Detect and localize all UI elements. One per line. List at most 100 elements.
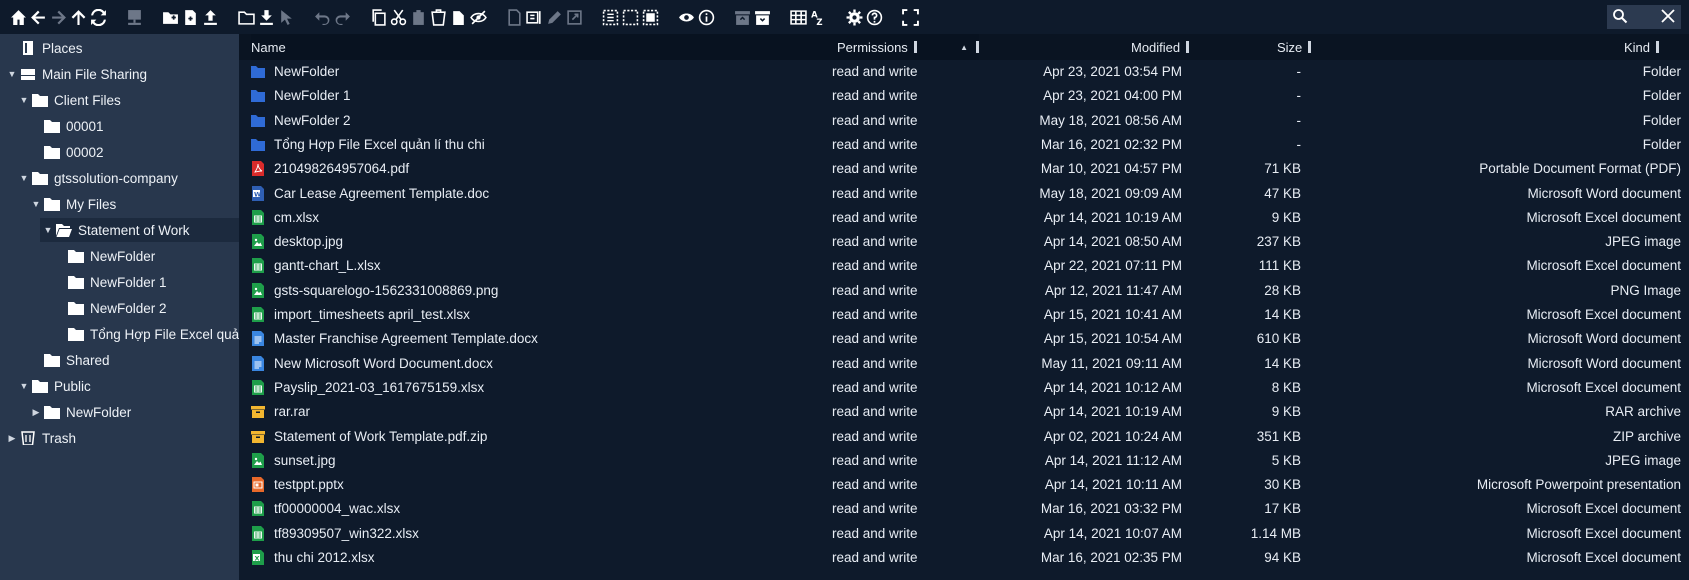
info-icon[interactable] (696, 6, 716, 28)
table-row[interactable]: cm.xlsx read and write Apr 14, 2021 10:19 … (239, 206, 1689, 230)
column-header-permissions[interactable]: Permissions (837, 34, 917, 60)
close-icon[interactable] (1660, 8, 1676, 27)
new-file-icon[interactable] (180, 6, 200, 28)
sidebar-item-public[interactable]: ▼ Public (18, 374, 91, 398)
table-row[interactable]: sunset.jpg read and write Apr 14, 2021 11:… (239, 449, 1689, 473)
new-folder-icon[interactable] (160, 6, 180, 28)
caret-down-icon[interactable]: ▼ (42, 225, 54, 235)
table-row[interactable]: W Car Lease Agreement Template.doc read an… (239, 182, 1689, 206)
sidebar-item-places[interactable]: Places (6, 36, 83, 60)
undo-icon[interactable] (312, 6, 332, 28)
sidebar-item-00001[interactable]: 00001 (30, 114, 104, 138)
network-drive-icon[interactable] (124, 6, 144, 28)
archive-icon[interactable] (732, 6, 752, 28)
home-icon[interactable] (8, 6, 28, 28)
sidebar-item-tong-hop-file-excel[interactable]: Tổng Hợp File Excel quản (54, 322, 239, 346)
invert-selection-icon[interactable] (640, 6, 660, 28)
preview-icon[interactable] (676, 6, 696, 28)
up-icon[interactable] (68, 6, 88, 28)
help-icon[interactable] (864, 6, 884, 28)
file-permissions: read and write (832, 501, 918, 517)
caret-down-icon[interactable]: ▼ (18, 95, 30, 105)
grid-view-icon[interactable] (788, 6, 808, 28)
sidebar-item-shared[interactable]: Shared (30, 348, 110, 372)
fullscreen-icon[interactable] (900, 6, 920, 28)
select-pointer-icon[interactable] (276, 6, 296, 28)
edit-text-icon[interactable] (524, 6, 544, 28)
sort-az-icon[interactable]: AZ (808, 6, 828, 28)
column-header-size[interactable]: Size (1277, 34, 1312, 60)
caret-down-icon[interactable]: ▼ (18, 381, 30, 391)
resize-icon[interactable] (564, 6, 584, 28)
sidebar-item-statement-of-work[interactable]: ▼ Statement of Work (40, 218, 239, 242)
select-all-icon[interactable] (600, 6, 620, 28)
sidebar-item-client-files[interactable]: ▼ Client Files (18, 88, 121, 112)
hide-icon[interactable] (468, 6, 488, 28)
table-row[interactable]: tf00000004_wac.xlsx read and write Mar 16,… (239, 497, 1689, 521)
sidebar-item-trash[interactable]: ▶ Trash (6, 426, 76, 450)
table-row[interactable]: Master Franchise Agreement Template.docx… (239, 327, 1689, 351)
table-row[interactable]: Xthu chi 2012.xlsx read and write Mar 16, … (239, 546, 1689, 570)
open-folder-icon[interactable] (236, 6, 256, 28)
duplicate-icon[interactable] (448, 6, 468, 28)
table-row[interactable]: New Microsoft Word Document.docx read and… (239, 352, 1689, 376)
copy-icon[interactable] (368, 6, 388, 28)
table-row[interactable]: gsts-squarelogo-1562331008869.png read an… (239, 279, 1689, 303)
image-file-icon (251, 234, 265, 250)
caret-down-icon[interactable]: ▼ (30, 199, 42, 209)
column-resize-handle[interactable] (1186, 41, 1190, 53)
file-kind: Microsoft Excel document (1526, 307, 1681, 322)
select-none-icon[interactable] (620, 6, 640, 28)
forward-icon[interactable] (48, 6, 68, 28)
sidebar-item-label: Main File Sharing (42, 66, 148, 82)
table-row[interactable]: tf89309507_win322.xlsx read and write Apr … (239, 522, 1689, 546)
column-header-modified[interactable]: Modified (1131, 34, 1190, 60)
sidebar-item-newfolder-1[interactable]: NewFolder 1 (54, 270, 167, 294)
table-row[interactable]: NewFolder read and write Apr 23, 2021 03:5… (239, 60, 1689, 84)
table-row[interactable]: 210498264957064.pdf read and write Mar 10,… (239, 157, 1689, 181)
column-resize-handle[interactable] (976, 41, 979, 53)
download-icon[interactable] (256, 6, 276, 28)
table-row[interactable]: Statement of Work Template.pdf.zip read a… (239, 425, 1689, 449)
sidebar-item-00002[interactable]: 00002 (30, 140, 104, 164)
table-row[interactable]: Tổng Hợp File Excel quản lí thu chi read … (239, 133, 1689, 157)
paste-icon[interactable] (408, 6, 428, 28)
table-row[interactable]: NewFolder 2 read and write May 18, 2021 08… (239, 109, 1689, 133)
table-row[interactable]: Payslip_2021-03_1617675159.xlsx read and … (239, 376, 1689, 400)
column-header-kind[interactable]: Kind (1624, 34, 1660, 60)
delete-icon[interactable] (428, 6, 448, 28)
sidebar-item-newfolder[interactable]: NewFolder (54, 244, 155, 268)
search-icon[interactable] (1612, 8, 1628, 27)
caret-right-icon[interactable]: ▶ (30, 407, 42, 418)
column-resize-handle[interactable] (1656, 41, 1660, 53)
sidebar-item-newfolder-2[interactable]: NewFolder 2 (54, 296, 167, 320)
extract-icon[interactable] (752, 6, 772, 28)
sidebar-item-gtssolution-company[interactable]: ▼ gtssolution-company (18, 166, 178, 190)
table-row[interactable]: testppt.pptx read and write Apr 14, 2021 1… (239, 473, 1689, 497)
sidebar-item-main-file-sharing[interactable]: ▼ Main File Sharing (6, 62, 148, 86)
table-row[interactable]: desktop.jpg read and write Apr 14, 2021 08… (239, 230, 1689, 254)
redo-icon[interactable] (332, 6, 352, 28)
table-row[interactable]: rar.rar read and write Apr 14, 2021 10:19 … (239, 400, 1689, 424)
settings-icon[interactable] (844, 6, 864, 28)
search-box[interactable] (1607, 5, 1681, 29)
file-kind: Folder (1642, 64, 1681, 79)
rename-icon[interactable] (504, 6, 524, 28)
cut-icon[interactable] (388, 6, 408, 28)
caret-down-icon[interactable]: ▼ (18, 173, 30, 183)
sidebar-item-public-newfolder[interactable]: ▶ NewFolder (30, 400, 132, 424)
table-row[interactable]: NewFolder 1 read and write Apr 23, 2021 04… (239, 84, 1689, 108)
reload-icon[interactable] (88, 6, 108, 28)
back-icon[interactable] (28, 6, 48, 28)
caret-right-icon[interactable]: ▶ (6, 433, 18, 444)
upload-icon[interactable] (200, 6, 220, 28)
spreadsheet-file-icon (251, 209, 265, 225)
edit-icon[interactable] (544, 6, 564, 28)
file-permissions: read and write (832, 88, 918, 104)
column-resize-handle[interactable] (1308, 41, 1312, 53)
table-row[interactable]: gantt-chart_L.xlsx read and write Apr 22, … (239, 254, 1689, 278)
sidebar-item-my-files[interactable]: ▼ My Files (30, 192, 117, 216)
column-resize-handle[interactable] (913, 41, 917, 53)
table-row[interactable]: import_timesheets april_test.xlsx read an… (239, 303, 1689, 327)
caret-down-icon[interactable]: ▼ (6, 69, 18, 79)
